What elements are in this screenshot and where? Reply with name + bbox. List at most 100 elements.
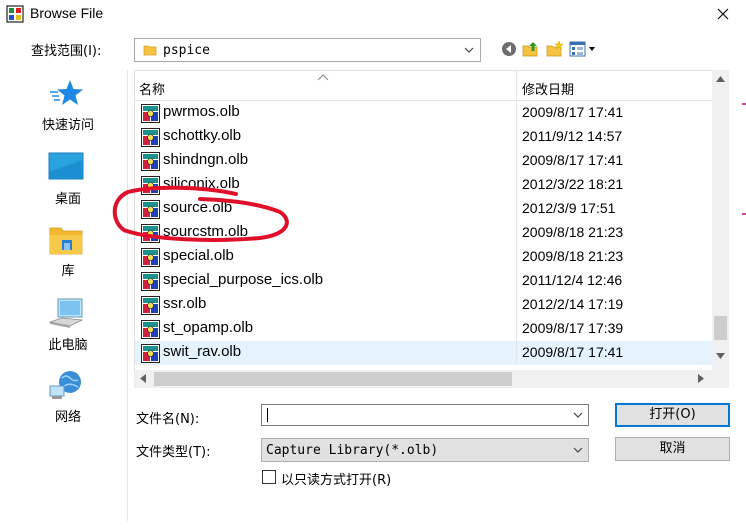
filename-input[interactable] [261,404,589,426]
vertical-scrollbar[interactable] [712,70,729,370]
column-divider [516,341,517,365]
olb-file-icon [141,224,160,243]
olb-file-icon [141,128,160,147]
column-divider [516,221,517,245]
olb-file-icon [141,152,160,171]
file-row[interactable]: swit_rav.olb 2009/8/17 17:41 [135,341,713,365]
library-icon [49,227,83,255]
olb-file-icon [141,176,160,195]
place-this-pc[interactable]: 此电脑 [0,298,128,362]
olb-file-icon [141,272,160,291]
scroll-right-arrow-icon[interactable] [698,374,704,383]
horizontal-scroll-thumb[interactable] [154,372,512,386]
file-name: swit_rav.olb [163,343,242,360]
chevron-down-icon[interactable] [464,45,474,55]
file-name: schottky.olb [163,127,242,144]
window-title: Browse File [30,5,104,21]
scrollbar-corner [712,370,729,388]
place-quick-access[interactable]: 快速访问 [0,78,128,142]
view-menu-icon [569,41,595,57]
file-date: 2011/12/4 12:46 [522,272,623,288]
place-desktop[interactable]: 桌面 [0,152,128,216]
file-name: special_purpose_ics.olb [163,271,324,288]
lookin-combobox[interactable]: pspice [134,38,481,62]
readonly-label[interactable]: 以只读方式打开(R) [281,469,391,488]
file-row[interactable]: shindngn.olb 2009/8/17 17:41 [135,149,713,173]
view-menu-button[interactable] [569,40,597,58]
vertical-scroll-thumb[interactable] [714,316,727,340]
file-list[interactable]: 名称 修改日期 pwrmos.olb 2009/8/17 17:41 schottk… [134,70,729,388]
file-row[interactable]: schottky.olb 2011/9/12 14:57 [135,125,713,149]
file-name: shindngn.olb [163,151,249,168]
desktop-icon [48,152,84,180]
text-caret [267,408,268,422]
folder-icon [143,45,157,56]
place-network[interactable]: 网络 [0,370,128,434]
readonly-checkbox[interactable] [262,470,276,484]
filetype-label: 文件类型(T): [136,445,211,460]
sort-ascending-icon [317,74,329,81]
file-date: 2012/2/14 17:19 [522,296,624,312]
file-date: 2009/8/17 17:41 [522,104,624,120]
lookin-value: pspice [163,43,210,58]
column-divider [516,125,517,149]
place-library[interactable]: 库 [0,224,128,288]
file-row[interactable]: ssr.olb 2012/2/14 17:19 [135,293,713,317]
scroll-down-arrow-icon[interactable] [716,353,725,359]
app-icon [6,5,24,23]
lookin-label: 查找范围(I): [31,44,102,59]
new-folder-button[interactable] [546,40,564,58]
place-label: 快速访问 [41,118,94,133]
file-row[interactable]: special_purpose_ics.olb 2011/12/4 12:46 [135,269,713,293]
back-button[interactable] [500,40,518,58]
file-date: 2012/3/9 17:51 [522,200,616,216]
file-name: st_opamp.olb [163,319,254,336]
new-folder-icon [546,40,564,57]
file-date: 2009/8/18 21:23 [522,224,624,240]
file-name: special.olb [163,247,234,264]
cancel-button[interactable]: 取消 [615,437,730,461]
file-row[interactable]: pwrmos.olb 2009/8/17 17:41 [135,101,713,125]
column-divider [516,173,517,197]
olb-file-icon [141,200,160,219]
place-label: 桌面 [54,192,81,207]
column-divider [516,101,517,125]
column-divider [516,293,517,317]
scroll-left-arrow-icon[interactable] [140,374,146,383]
open-button[interactable]: 打开(O) [615,403,730,427]
file-row[interactable]: source.olb 2012/3/9 17:51 [135,197,713,221]
back-icon [502,42,516,56]
file-name: pwrmos.olb [163,103,240,120]
horizontal-scrollbar[interactable] [134,370,712,388]
chevron-down-icon[interactable] [573,411,583,419]
network-icon [49,371,81,399]
column-divider[interactable] [516,71,517,99]
chevron-down-icon[interactable] [573,446,583,454]
filetype-combobox[interactable]: Capture Library(*.olb) [261,438,589,462]
scroll-up-arrow-icon[interactable] [716,76,725,82]
up-folder-button[interactable] [522,40,540,58]
file-date: 2009/8/17 17:41 [522,344,624,360]
file-row[interactable]: siliconix.olb 2012/3/22 18:21 [135,173,713,197]
olb-file-icon [141,248,160,267]
quick-access-star-icon [50,80,83,105]
file-row[interactable]: special.olb 2009/8/18 21:23 [135,245,713,269]
column-name-header[interactable]: 名称 [139,79,165,98]
place-label: 库 [61,264,75,279]
file-row[interactable]: st_opamp.olb 2009/8/17 17:39 [135,317,713,341]
filetype-value: Capture Library(*.olb) [266,443,439,458]
file-date: 2011/9/12 14:57 [522,128,623,144]
close-button[interactable] [700,0,746,28]
file-row[interactable]: sourcstm.olb 2009/8/18 21:23 [135,221,713,245]
olb-file-icon [141,296,160,315]
column-date-header[interactable]: 修改日期 [522,79,574,98]
column-divider [516,245,517,269]
file-date: 2009/8/17 17:41 [522,152,624,168]
olb-file-icon [141,344,160,363]
column-divider [516,149,517,173]
column-divider [516,197,517,221]
file-date: 2009/8/18 21:23 [522,248,624,264]
close-icon [717,8,729,20]
computer-icon [48,298,84,328]
place-label: 此电脑 [48,338,88,353]
